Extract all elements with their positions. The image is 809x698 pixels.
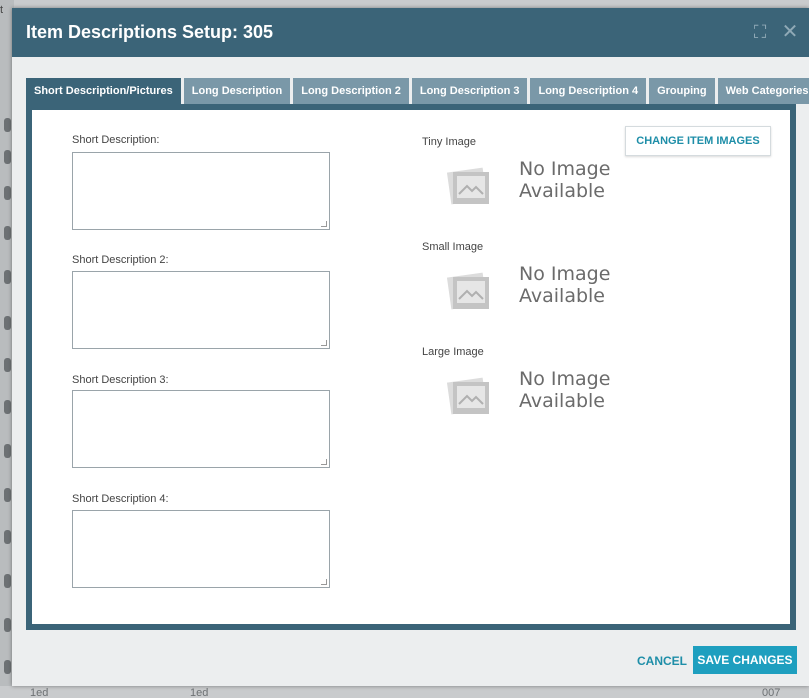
tab-panel: Short Description: Short Description 2: … <box>26 104 796 630</box>
close-icon[interactable]: ✕ <box>780 22 800 42</box>
save-changes-button[interactable]: SAVE CHANGES <box>693 646 797 674</box>
tab-panel-content: Short Description: Short Description 2: … <box>32 110 790 624</box>
tab-long-description-2[interactable]: Long Description 2 <box>293 78 409 104</box>
resize-handle-icon[interactable] <box>321 579 327 585</box>
background-text: t <box>0 4 4 16</box>
small-image-label: Small Image <box>422 241 484 253</box>
tab-grouping[interactable]: Grouping <box>649 78 715 104</box>
image-placeholder-icon <box>446 272 489 310</box>
dialog-title: Item Descriptions Setup: 305 <box>26 22 274 42</box>
background-top <box>0 0 809 8</box>
no-image-text: No Image Available <box>519 158 611 202</box>
image-placeholder-icon <box>446 167 489 205</box>
no-image-text: No Image Available <box>519 263 611 307</box>
tiny-image-placeholder: No Image Available <box>437 158 617 218</box>
expand-icon[interactable]: ⛶ <box>750 22 770 42</box>
short-description-4-label: Short Description 4: <box>72 493 169 505</box>
short-description-4-textarea[interactable] <box>72 510 330 588</box>
short-description-2-label: Short Description 2: <box>72 254 169 266</box>
large-image-placeholder: No Image Available <box>437 368 617 428</box>
tab-web-categories[interactable]: Web Categories <box>717 78 809 104</box>
tab-long-description[interactable]: Long Description <box>183 78 291 104</box>
image-placeholder-icon <box>446 377 489 415</box>
resize-handle-icon[interactable] <box>321 221 327 227</box>
tab-long-description-3[interactable]: Long Description 3 <box>411 78 528 104</box>
no-image-text: No Image Available <box>519 368 611 412</box>
large-image-label: Large Image <box>422 346 484 358</box>
short-description-2-textarea[interactable] <box>72 271 330 349</box>
short-description-3-label: Short Description 3: <box>72 374 169 386</box>
background-text: 1ed <box>190 687 209 698</box>
cancel-button[interactable]: CANCEL <box>637 654 687 668</box>
resize-handle-icon[interactable] <box>321 340 327 346</box>
item-descriptions-dialog: Item Descriptions Setup: 305 ⛶ ✕ Short D… <box>12 8 809 686</box>
short-description-3-textarea[interactable] <box>72 390 330 468</box>
change-item-images-button[interactable]: CHANGE ITEM IMAGES <box>625 126 771 156</box>
short-description-label: Short Description: <box>72 134 160 146</box>
resize-handle-icon[interactable] <box>321 459 327 465</box>
tab-bar: Short Description/Pictures Long Descript… <box>26 78 809 104</box>
tiny-image-label: Tiny Image <box>422 136 477 148</box>
tab-short-description-pictures[interactable]: Short Description/Pictures <box>26 78 181 104</box>
tab-long-description-4[interactable]: Long Description 4 <box>530 78 647 104</box>
short-description-textarea[interactable] <box>72 152 330 230</box>
background-bottom: 1ed 1ed 007 <box>0 686 809 698</box>
small-image-placeholder: No Image Available <box>437 263 617 323</box>
background-text: 007 <box>762 687 781 698</box>
dialog-header: Item Descriptions Setup: 305 ⛶ ✕ <box>12 8 809 57</box>
background-text: 1ed <box>30 687 49 698</box>
